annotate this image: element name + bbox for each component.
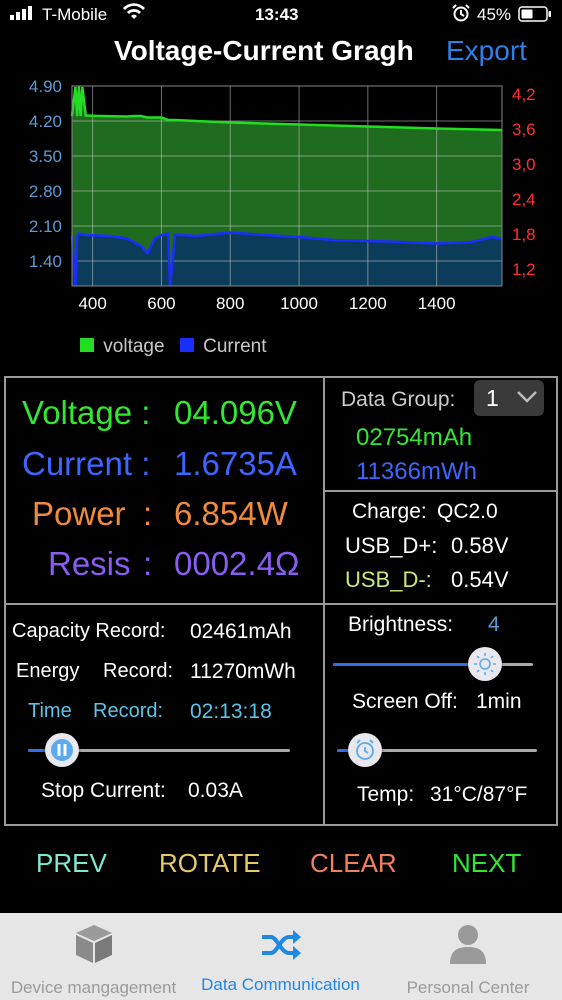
alarm-icon [452,4,470,27]
next-button[interactable]: NEXT [452,848,521,879]
power-value: 6.854W [174,495,288,532]
legend-current-swatch [179,338,194,352]
screen-off-slider-knob[interactable] [348,733,382,767]
legend-current-label: Current [203,336,267,357]
data-group-label: Data Group: [341,388,456,411]
charge-value: QC2.0 [437,500,498,523]
tab-device-management[interactable]: Device mangagement [0,913,187,1000]
charge-label: Charge: [352,500,427,523]
chevron-down-icon [516,390,538,409]
y-right-tick-label: 1,2 [512,260,536,279]
y-left-tick-label: 3.50 [29,147,62,166]
export-button[interactable]: Export [446,35,527,67]
readings-panel [4,376,558,826]
y-right-tick-label: 2,4 [512,190,536,209]
y-left-tick-label: 4.90 [29,78,62,96]
stop-current-value: 0.03A [188,779,243,802]
energy-record-value: 11270mWh [190,660,296,683]
x-tick-label: 600 [147,294,175,313]
resis-colon: : [143,545,153,582]
group-mwh: 11366mWh [356,458,477,485]
chart-legend: voltage Current [80,336,266,358]
resis-value: 0002.4Ω [174,545,300,582]
capacity-record-value: 02461mAh [190,620,292,643]
voltage-current-chart: 4.90 4.20 3.50 2.80 2.10 1.40 4,2 3,6 3,0 2,4 1,8 1… [0,77,562,368]
current-value: 1.6735A [174,445,297,482]
panel-divider-right [323,490,556,492]
y-right-tick-label: 1,8 [512,225,536,244]
voltage-value: 04.096V [174,394,297,431]
y-left-tick-label: 2.80 [29,182,62,201]
tab-label: Personal Center [406,978,530,997]
rotate-button[interactable]: ROTATE [159,848,261,879]
y-left-tick-label: 4.20 [29,112,62,131]
wifi-icon [122,3,146,26]
tab-bar: Device mangagement Data Communication Pe… [0,913,562,1000]
stop-current-label: Stop Current: [41,779,166,802]
brightness-label: Brightness: [348,613,454,636]
time-record-label-1: Time [28,700,72,722]
energy-record-label-1: Energy [16,660,80,682]
group-mah: 02754mAh [356,424,473,451]
sun-icon [474,653,496,675]
data-group-select[interactable]: 1 [474,380,544,416]
brightness-slider-knob[interactable] [468,647,502,681]
chart-canvas: 4.90 4.20 3.50 2.80 2.10 1.40 4,2 3,6 3,0 2,4 1,8 1… [29,77,536,313]
time-record-label-2: Record: [93,700,164,722]
brightness-value: 4 [488,613,500,636]
battery-icon [518,6,552,27]
resis-label: Resis [48,545,131,582]
x-tick-label: 1200 [349,294,387,313]
x-tick-label: 1400 [418,294,456,313]
usb-dplus-label: USB_D+: [345,533,438,558]
y-right-tick-label: 3,0 [512,155,536,174]
header: Voltage-Current Gragh Export [0,33,562,73]
tab-label: Device mangagement [10,978,177,997]
x-tick-label: 1000 [280,294,318,313]
screen-off-value: 1min [476,690,522,713]
usb-dplus-value: 0.58V [451,533,509,558]
battery-percent: 45% [477,5,512,24]
power-colon: : [143,495,153,532]
temp-label: Temp: [357,783,415,806]
tab-data-communication[interactable]: Data Communication [187,913,374,1000]
signal-icon [10,5,36,25]
shuffle-icon [187,928,374,967]
temp-value: 31°C/87°F [430,783,528,806]
clear-button[interactable]: CLEAR [310,848,397,879]
voltage-label: Voltage : [22,394,151,431]
current-label: Current : [22,445,151,482]
legend-voltage-swatch [80,338,94,352]
legend-voltage-label: voltage [103,336,165,357]
status-bar: T-Mobile 13:43 45% [0,0,562,32]
power-label: Power [32,495,126,532]
capacity-record-label: Capacity Record: [12,620,166,642]
x-tick-label: 400 [78,294,106,313]
stop-current-slider-knob[interactable] [45,733,80,767]
usb-dminus-label: USB_D-: [345,567,432,592]
prev-button[interactable]: PREV [36,848,107,879]
tab-label: Data Communication [201,975,360,994]
y-right-tick-label: 3,6 [512,120,536,139]
x-tick-label: 800 [216,294,244,313]
y-right-tick-label: 4,2 [512,85,536,104]
person-icon [374,922,562,971]
panel-divider-h [4,603,556,605]
screen-off-label: Screen Off: [352,690,458,713]
data-group-value: 1 [486,385,499,411]
y-left-tick-label: 2.10 [29,217,62,236]
alarm-clock-icon [356,739,374,760]
y-left-tick-label: 1.40 [29,252,62,271]
brightness-slider-fill [333,663,485,666]
usb-dminus-value: 0.54V [451,567,509,592]
panel-divider-v [323,376,325,824]
page-title: Voltage-Current Gragh [114,35,414,66]
tab-personal-center[interactable]: Personal Center [374,913,562,1000]
time-record-value: 02:13:18 [190,700,272,723]
clock: 13:43 [255,5,299,24]
energy-record-label-2: Record: [103,660,174,682]
pause-icon [51,739,74,761]
box-icon [0,922,187,971]
carrier-name: T-Mobile [42,5,108,24]
